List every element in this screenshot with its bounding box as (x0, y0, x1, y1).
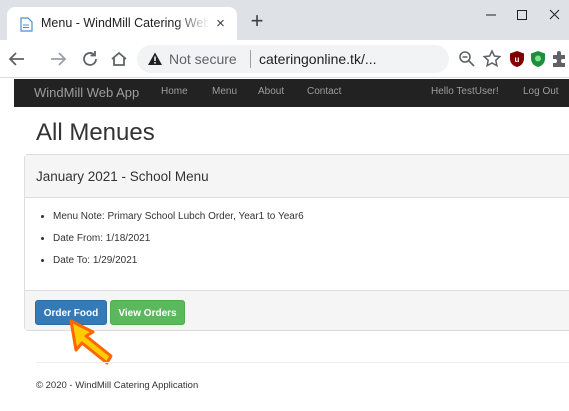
warning-triangle-icon[interactable] (147, 51, 163, 67)
menu-note: Menu Note: Primary School Lubch Order, Y… (53, 211, 304, 233)
close-icon[interactable]: × (212, 15, 229, 32)
maximize-icon[interactable] (507, 4, 537, 26)
svg-text:u: u (515, 55, 520, 64)
panel-heading: January 2021 - School Menu (25, 155, 569, 198)
date-to: Date To: 1/29/2021 (53, 255, 304, 277)
ublock-shield-icon[interactable]: u (507, 49, 527, 69)
plus-icon[interactable]: + (247, 10, 267, 32)
panel-body: Menu Note: Primary School Lubch Order, Y… (25, 199, 569, 291)
hand-cursor-icon (69, 319, 113, 365)
shield-extension-icon[interactable] (528, 49, 548, 69)
minimize-icon[interactable] (476, 4, 506, 26)
url-text[interactable]: cateringonline.tk/... (259, 51, 377, 67)
footer-divider (36, 362, 569, 363)
bookmark-star-icon[interactable] (482, 49, 502, 69)
page-title: All Menues (36, 119, 155, 146)
window-close-icon[interactable] (540, 4, 569, 26)
zoom-icon[interactable] (457, 49, 477, 69)
nav-link-contact[interactable]: Contact (307, 86, 341, 97)
reload-icon[interactable] (79, 48, 101, 70)
security-label[interactable]: Not secure (169, 51, 237, 67)
date-from: Date From: 1/18/2021 (53, 233, 304, 255)
omnibox-divider (250, 50, 251, 68)
user-greeting-link[interactable]: Hello TestUser! (431, 86, 499, 97)
menu-title: January 2021 - School Menu (36, 169, 209, 184)
home-icon[interactable] (108, 48, 130, 70)
navbar-brand[interactable]: WindMill Web App (34, 85, 139, 100)
back-arrow-icon[interactable] (6, 48, 28, 70)
logout-link[interactable]: Log Out (523, 86, 559, 97)
menu-panel: January 2021 - School Menu Menu Note: Pr… (24, 154, 569, 331)
nav-link-about[interactable]: About (258, 86, 284, 97)
view-orders-button[interactable]: View Orders (110, 300, 185, 325)
tab-title: Menu - WindMill Catering WebApp (41, 16, 209, 30)
nav-link-home[interactable]: Home (161, 86, 188, 97)
browser-tabstrip: Menu - WindMill Catering WebApp × + (0, 0, 569, 40)
footer-copyright: © 2020 - WindMill Catering Application (36, 380, 199, 391)
address-bar[interactable]: Not secure cateringonline.tk/... (137, 45, 449, 73)
browser-tab[interactable]: Menu - WindMill Catering WebApp × (7, 7, 237, 40)
menu-details-list: Menu Note: Primary School Lubch Order, Y… (53, 211, 304, 277)
nav-link-menu[interactable]: Menu (212, 86, 237, 97)
document-favicon-icon (20, 17, 33, 32)
forward-arrow-icon[interactable] (47, 48, 69, 70)
site-navbar: WindMill Web App Home Menu About Contact… (14, 79, 569, 107)
browser-toolbar: Not secure cateringonline.tk/... u (0, 40, 569, 78)
puzzle-icon[interactable] (549, 49, 569, 69)
